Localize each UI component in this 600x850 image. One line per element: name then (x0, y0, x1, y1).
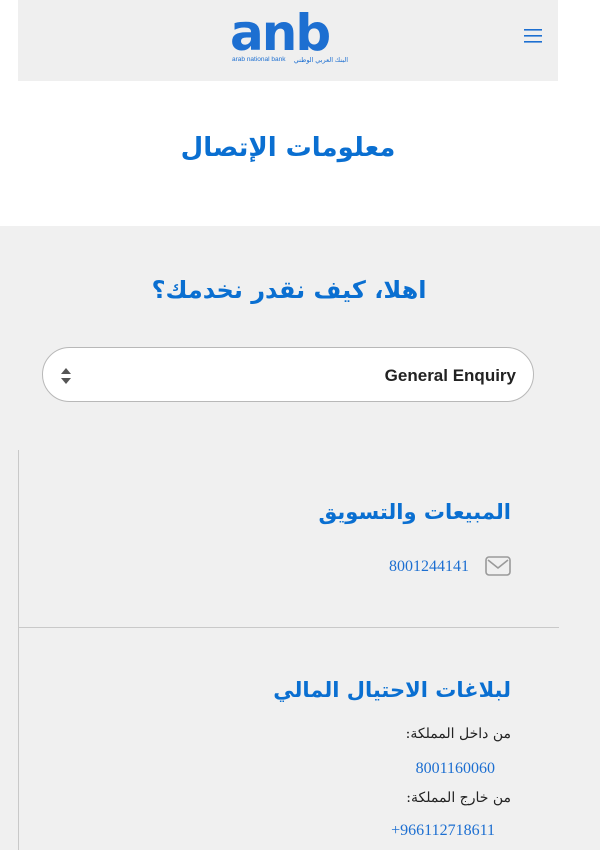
logo-subtitle-en: arab national bank (232, 56, 286, 63)
contact-card-title: لبلاغات الاحتيال المالي (273, 678, 511, 702)
greeting-heading: اهلا، كيف نقدر نخدمك؟ (151, 276, 427, 304)
contact-card-sales: المبيعات والتسويق 8001244141 (19, 450, 559, 628)
contact-section: اهلا، كيف نقدر نخدمك؟ General Enquiry ال… (0, 226, 600, 850)
select-updown-icon (61, 368, 71, 384)
logo-subtitle: arab national bank البنك العربي الوطني (232, 56, 348, 64)
page-title: معلومات الإتصال (180, 133, 396, 163)
contact-card-title: المبيعات والتسويق (318, 500, 511, 524)
anb-logo-mark: anb (230, 6, 331, 54)
logo-subtitle-ar: البنك العربي الوطني (293, 57, 348, 64)
anb-logo[interactable]: anb arab national bank البنك العربي الوط… (230, 6, 350, 68)
logo-text: anb (230, 6, 329, 54)
inside-kingdom-phone-link[interactable]: 8001160060 (416, 760, 495, 778)
outside-kingdom-label: من خارج المملكة: (406, 790, 511, 806)
site-header: anb arab national bank البنك العربي الوط… (18, 0, 558, 81)
contacts-list: المبيعات والتسويق 8001244141 لبلاغات الا… (18, 450, 559, 850)
inside-kingdom-label: من داخل المملكة: (405, 726, 511, 742)
mail-icon (485, 556, 511, 576)
enquiry-type-value: General Enquiry (384, 366, 516, 385)
enquiry-type-select[interactable]: General Enquiry (42, 347, 534, 402)
outside-kingdom-phone-link[interactable]: +966112718611 (391, 822, 495, 840)
sales-phone-link[interactable]: 8001244141 (389, 558, 469, 576)
title-section: معلومات الإتصال (0, 81, 600, 226)
hamburger-menu-icon[interactable] (524, 28, 542, 44)
contact-card-fraud: لبلاغات الاحتيال المالي من داخل المملكة:… (19, 628, 559, 850)
